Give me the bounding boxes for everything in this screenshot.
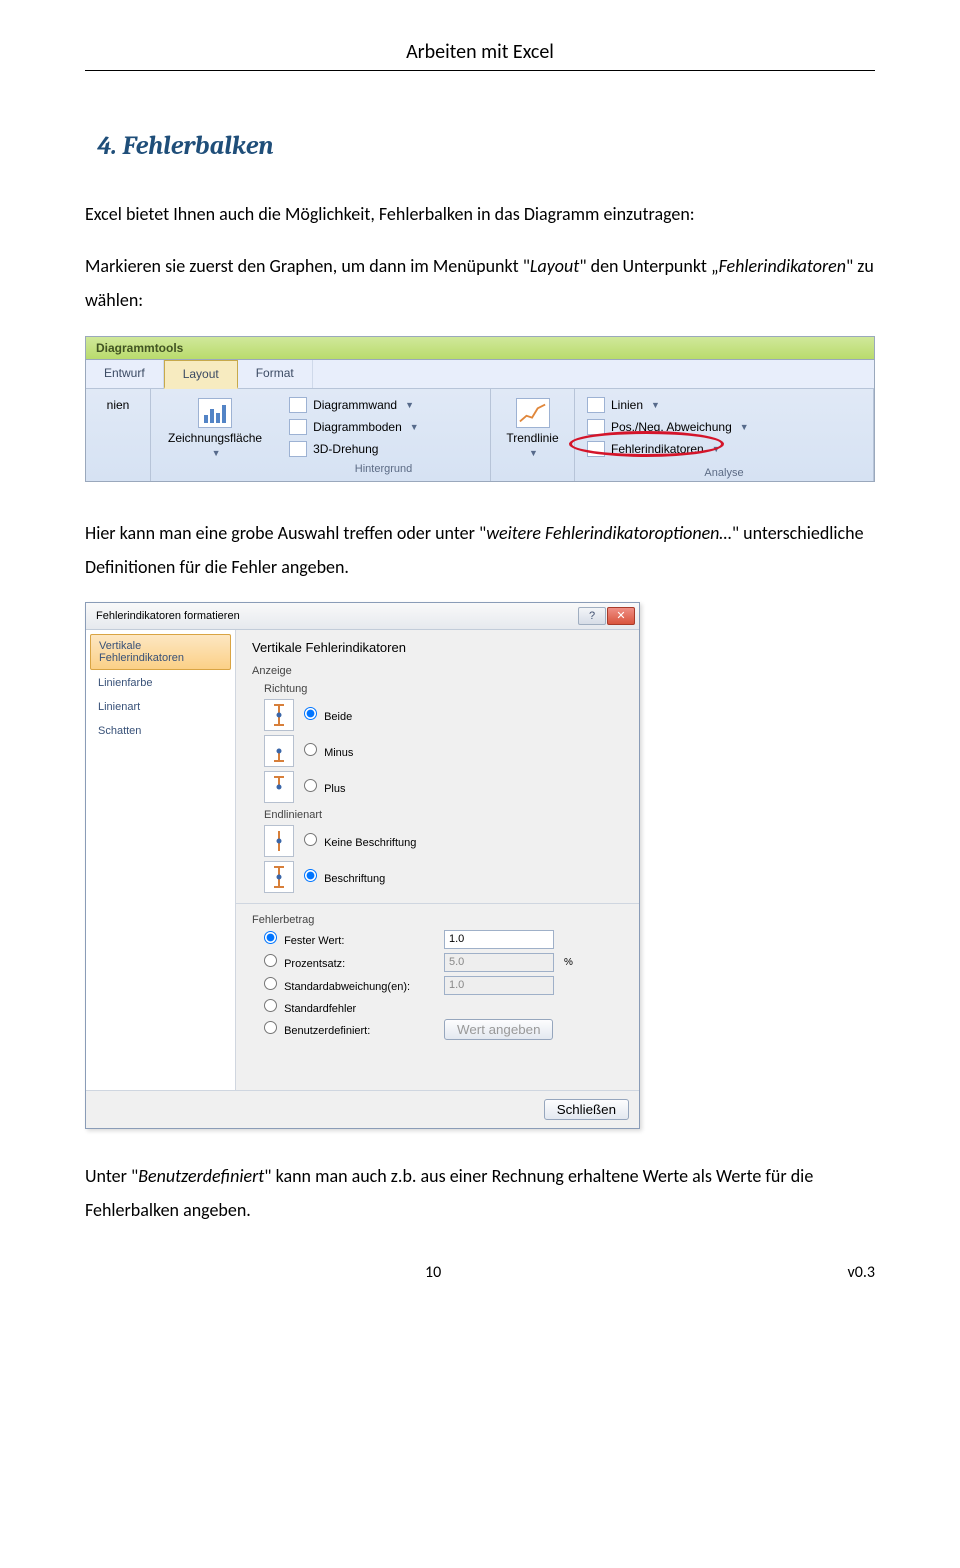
dialog-heading: Vertikale Fehlerindikatoren bbox=[252, 640, 623, 655]
linien-button[interactable]: Linien▼ bbox=[585, 395, 863, 415]
ribbon-slice-left[interactable]: nien bbox=[96, 395, 140, 415]
anzeige-label: Anzeige bbox=[252, 665, 623, 677]
tab-format[interactable]: Format bbox=[238, 360, 313, 388]
wert-angeben-button[interactable]: Wert angeben bbox=[444, 1019, 553, 1040]
fester-wert-input[interactable] bbox=[444, 930, 554, 949]
diagrammboden-button[interactable]: Diagrammboden▼ bbox=[287, 417, 480, 437]
radio-prozentsatz[interactable]: Prozentsatz: bbox=[264, 954, 345, 970]
radio-cap[interactable]: Beschriftung bbox=[304, 869, 385, 885]
close-icon: ✕ bbox=[616, 609, 625, 622]
fehlerbetrag-label: Fehlerbetrag bbox=[252, 914, 623, 926]
cap-icon bbox=[264, 861, 294, 893]
nav-line-style[interactable]: Linienart bbox=[90, 696, 231, 718]
dir-plus-icon bbox=[264, 771, 294, 803]
document-header: Arbeiten mit Excel bbox=[85, 40, 875, 71]
chart-area-icon bbox=[198, 398, 232, 428]
lines-icon bbox=[587, 397, 605, 413]
chevron-down-icon: ▼ bbox=[212, 448, 221, 458]
paragraph-2: Markieren sie zuerst den Graphen, um dan… bbox=[85, 249, 875, 317]
dir-minus-icon bbox=[264, 735, 294, 767]
ribbon-slice-label: nien bbox=[107, 398, 130, 412]
endlinienart-label: Endlinienart bbox=[264, 809, 623, 821]
dialog-title: Fehlerindikatoren formatieren bbox=[96, 610, 240, 622]
error-bars-icon bbox=[587, 441, 605, 457]
error-bars-format-dialog: Fehlerindikatoren formatieren ? ✕ Vertik… bbox=[85, 602, 640, 1129]
tab-layout[interactable]: Layout bbox=[164, 360, 238, 389]
dir-both-icon bbox=[264, 699, 294, 731]
wall-icon bbox=[289, 397, 307, 413]
3d-rotation-button[interactable]: 3D-Drehung bbox=[287, 439, 480, 459]
radio-stdabw[interactable]: Standardabweichung(en): bbox=[264, 977, 410, 993]
trendline-icon bbox=[516, 398, 550, 428]
radio-no-cap[interactable]: Keine Beschriftung bbox=[304, 833, 416, 849]
paragraph-4: Unter "Benutzerdefiniert" kann man auch … bbox=[85, 1159, 875, 1227]
section-heading: 4. Fehlerbalken bbox=[97, 131, 875, 161]
radio-beide[interactable]: Beide bbox=[304, 707, 352, 723]
help-button[interactable]: ? bbox=[578, 607, 606, 625]
window-close-button[interactable]: ✕ bbox=[607, 607, 635, 625]
nav-vertical-error-bars[interactable]: Vertikale Fehlerindikatoren bbox=[90, 634, 231, 670]
ribbon-tabs: Entwurf Layout Format bbox=[86, 360, 874, 389]
trendlinie-button[interactable]: Trendlinie ▼ bbox=[501, 395, 564, 461]
zeichnungsflaeche-label: Zeichnungsfläche bbox=[168, 431, 262, 445]
prozentsatz-input bbox=[444, 953, 554, 972]
stdabw-input bbox=[444, 976, 554, 995]
page-footer: 10 v0.3 bbox=[85, 1263, 875, 1282]
close-button[interactable]: Schließen bbox=[544, 1099, 629, 1120]
zeichnungsflaeche-button[interactable]: Zeichnungsfläche ▼ bbox=[161, 395, 269, 479]
version-label: v0.3 bbox=[848, 1263, 875, 1282]
nocap-icon bbox=[264, 825, 294, 857]
radio-minus[interactable]: Minus bbox=[304, 743, 353, 759]
paragraph-1: Excel bietet Ihnen auch die Möglichkeit,… bbox=[85, 197, 875, 231]
hintergrund-group-label: Hintergrund bbox=[287, 461, 480, 475]
fehlerindikatoren-button[interactable]: Fehlerindikatoren▼ bbox=[585, 439, 863, 459]
rotate-3d-icon bbox=[289, 441, 307, 457]
radio-benutzerdefiniert[interactable]: Benutzerdefiniert: bbox=[264, 1021, 370, 1037]
radio-plus[interactable]: Plus bbox=[304, 779, 345, 795]
ribbon-contextual-title: Diagrammtools bbox=[86, 337, 874, 360]
updown-bars-icon bbox=[587, 419, 605, 435]
posneg-button[interactable]: Pos./Neg. Abweichung▼ bbox=[585, 417, 863, 437]
excel-ribbon: Diagrammtools Entwurf Layout Format nien… bbox=[85, 336, 875, 482]
radio-standardfehler[interactable]: Standardfehler bbox=[264, 999, 356, 1015]
nav-shadow[interactable]: Schatten bbox=[90, 720, 231, 742]
tab-entwurf[interactable]: Entwurf bbox=[86, 360, 164, 388]
percent-suffix: % bbox=[564, 957, 573, 968]
help-icon: ? bbox=[589, 610, 595, 622]
radio-fester-wert[interactable]: Fester Wert: bbox=[264, 931, 344, 947]
diagrammwand-button[interactable]: Diagrammwand▼ bbox=[287, 395, 480, 415]
floor-icon bbox=[289, 419, 307, 435]
analyse-group-label: Analyse bbox=[585, 465, 863, 479]
richtung-label: Richtung bbox=[264, 683, 623, 695]
paragraph-3: Hier kann man eine grobe Auswahl treffen… bbox=[85, 516, 875, 584]
dialog-nav: Vertikale Fehlerindikatoren Linienfarbe … bbox=[86, 630, 236, 1090]
nav-line-color[interactable]: Linienfarbe bbox=[90, 672, 231, 694]
page-number: 10 bbox=[425, 1263, 441, 1282]
